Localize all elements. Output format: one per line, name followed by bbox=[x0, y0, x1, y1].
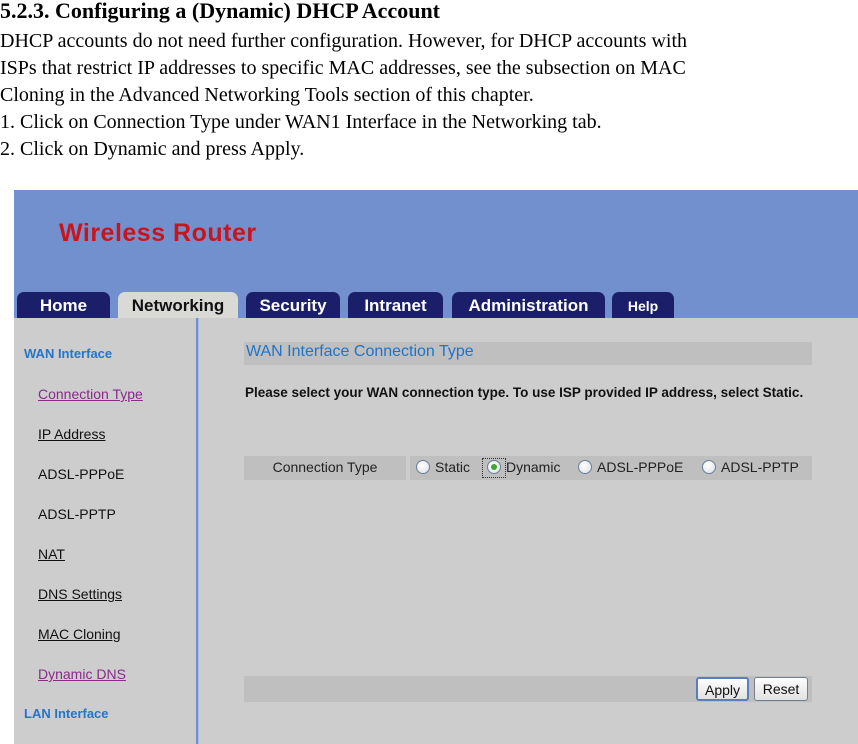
page-title: WAN Interface Connection Type bbox=[246, 343, 474, 360]
paragraph-line: ISPs that restrict IP addresses to speci… bbox=[0, 57, 686, 79]
tab-intranet[interactable]: Intranet bbox=[348, 292, 443, 318]
brand-logo: Wireless Router bbox=[59, 219, 257, 247]
instruction-text: Please select your WAN connection type. … bbox=[245, 385, 804, 400]
option-dynamic[interactable]: Dynamic bbox=[487, 456, 560, 480]
sidebar-section-wan: WAN Interface bbox=[24, 346, 113, 361]
connection-type-label: Connection Type bbox=[244, 456, 406, 480]
sidebar-item-dns-settings[interactable]: DNS Settings bbox=[38, 586, 122, 602]
option-static-label: Static bbox=[435, 459, 471, 475]
connection-type-options: Static Dynamic ADSL-PPPoE ADSL-PPTP bbox=[410, 456, 812, 480]
option-dynamic-label: Dynamic bbox=[506, 459, 561, 475]
router-screenshot: Wireless Router Home Networking Security… bbox=[14, 190, 858, 744]
sidebar-section-lan[interactable]: LAN Interface bbox=[24, 706, 109, 721]
sidebar-item-adsl-pppoe[interactable]: ADSL-PPPoE bbox=[38, 466, 124, 482]
step-2: 2. Click on Dynamic and press Apply. bbox=[0, 138, 305, 160]
option-adsl-pptp[interactable]: ADSL-PPTP bbox=[702, 456, 799, 480]
header-banner: Wireless Router Home Networking Security… bbox=[14, 190, 858, 318]
sidebar-item-dynamic-dns[interactable]: Dynamic DNS bbox=[38, 666, 126, 682]
reset-button[interactable]: Reset bbox=[754, 677, 808, 701]
sidebar-item-adsl-pptp[interactable]: ADSL-PPTP bbox=[38, 506, 116, 522]
sidebar-item-connection-type[interactable]: Connection Type bbox=[38, 386, 143, 402]
paragraph-line: Cloning in the Advanced Networking Tools… bbox=[0, 84, 534, 106]
page-title-bar: WAN Interface Connection Type bbox=[244, 342, 812, 365]
option-static[interactable]: Static bbox=[416, 456, 470, 480]
main-content: WAN Interface Connection Type Please sel… bbox=[199, 318, 858, 744]
tab-networking[interactable]: Networking bbox=[118, 292, 238, 318]
tab-help[interactable]: Help bbox=[612, 292, 674, 318]
option-adsl-pptp-label: ADSL-PPTP bbox=[721, 459, 799, 475]
radio-adsl-pppoe[interactable] bbox=[578, 459, 592, 474]
radio-static[interactable] bbox=[416, 459, 430, 474]
sidebar-item-mac-cloning[interactable]: MAC Cloning bbox=[38, 626, 120, 642]
radio-adsl-pptp[interactable] bbox=[702, 459, 716, 474]
tab-administration[interactable]: Administration bbox=[452, 292, 605, 318]
paragraph-line: DHCP accounts do not need further config… bbox=[0, 30, 688, 52]
tab-security[interactable]: Security bbox=[246, 292, 340, 318]
step-1: 1. Click on Connection Type under WAN1 I… bbox=[0, 111, 602, 133]
connection-type-row: Connection Type Static Dynamic ADSL-PPPo… bbox=[244, 456, 812, 480]
radio-dynamic[interactable] bbox=[487, 459, 501, 474]
option-adsl-pppoe[interactable]: ADSL-PPPoE bbox=[578, 456, 683, 480]
action-bar: Apply Reset bbox=[244, 676, 812, 702]
sidebar: WAN Interface Connection Type IP Address… bbox=[14, 318, 198, 744]
apply-button[interactable]: Apply bbox=[696, 677, 749, 701]
option-adsl-pppoe-label: ADSL-PPPoE bbox=[597, 459, 684, 475]
main-tabs: Home Networking Security Intranet Admini… bbox=[14, 292, 858, 318]
sidebar-item-ip-address[interactable]: IP Address bbox=[38, 426, 105, 442]
sidebar-item-nat[interactable]: NAT bbox=[38, 546, 65, 562]
section-heading: 5.2.3. Configuring a (Dynamic) DHCP Acco… bbox=[0, 0, 440, 23]
tab-home[interactable]: Home bbox=[17, 292, 110, 318]
